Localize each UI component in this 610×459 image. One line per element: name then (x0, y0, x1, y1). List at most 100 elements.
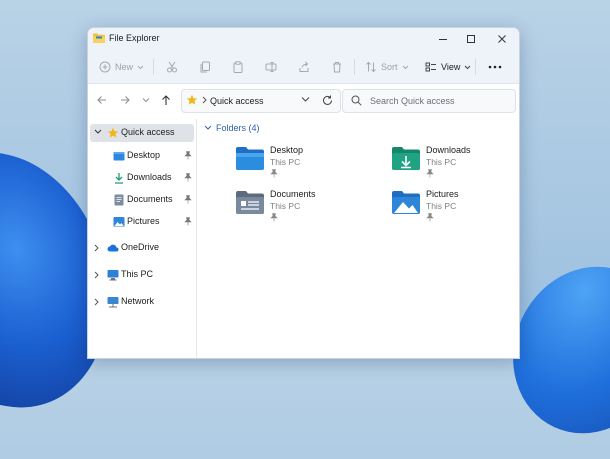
sidebar-item-label: Desktop (127, 150, 161, 160)
back-button[interactable] (94, 92, 110, 108)
toolbar-divider (153, 59, 154, 75)
chevron-down-icon (142, 98, 150, 103)
arrow-up-icon (162, 95, 170, 105)
toolbar-divider (354, 59, 355, 75)
chevron-down-icon[interactable] (94, 129, 102, 135)
search-icon (351, 95, 362, 106)
view-button[interactable]: View (425, 56, 471, 78)
pin-icon (184, 195, 192, 204)
desktop-icon (113, 152, 125, 161)
chevron-down-icon (402, 65, 408, 69)
refresh-icon[interactable] (322, 95, 333, 106)
chevron-down-icon (465, 65, 471, 69)
content-pane: Folders (4) Desktop This PC Downloads Th… (197, 119, 519, 358)
pictures-icon (113, 217, 125, 227)
folder-name: Pictures (426, 189, 459, 199)
sidebar-item-quick-access[interactable]: Quick access (90, 124, 194, 142)
pin-icon (184, 217, 192, 226)
sidebar-item-label: Pictures (127, 216, 160, 226)
sort-label: Sort (381, 62, 398, 72)
file-explorer-window: File Explorer New Sort View Quick access… (87, 27, 520, 359)
paste-icon (233, 61, 243, 73)
folder-app-icon (93, 33, 105, 43)
maximize-button[interactable] (456, 30, 486, 48)
sidebar-item-pictures[interactable]: Pictures (88, 213, 195, 231)
pin-icon (184, 173, 192, 182)
maximize-icon (467, 35, 475, 43)
folder-tile-downloads[interactable]: Downloads This PC (391, 143, 519, 181)
computer-icon (107, 270, 119, 281)
recent-locations-button[interactable] (138, 92, 154, 108)
view-label: View (441, 62, 461, 72)
folders-group-header[interactable]: Folders (4) (204, 123, 260, 133)
new-button[interactable]: New (99, 56, 144, 78)
address-path: Quick access (210, 96, 264, 106)
pin-icon (270, 213, 278, 222)
view-icon (425, 62, 436, 72)
folder-name: Desktop (270, 145, 304, 155)
sidebar-item-label: Network (121, 296, 155, 306)
downloads-folder-icon (392, 147, 420, 170)
chevron-down-icon (137, 65, 144, 69)
folder-location: This PC (270, 201, 301, 211)
folder-name: Documents (270, 189, 316, 199)
sort-icon (366, 61, 376, 73)
sidebar-item-desktop[interactable]: Desktop (88, 147, 195, 165)
cut-button[interactable] (166, 56, 178, 78)
folder-tile-desktop[interactable]: Desktop This PC (235, 143, 375, 181)
navigation-pane: Quick access Desktop Downloads Documents… (88, 119, 197, 358)
sidebar-item-this-pc[interactable]: This PC (88, 266, 195, 284)
trash-icon (333, 62, 341, 73)
arrow-left-icon (97, 96, 106, 104)
copy-button[interactable] (199, 56, 211, 78)
sidebar-item-downloads[interactable]: Downloads (88, 169, 195, 187)
chevron-right-icon[interactable] (94, 271, 99, 279)
rename-icon (265, 62, 277, 72)
sidebar-item-label: Downloads (127, 172, 172, 182)
folder-location: This PC (426, 157, 457, 167)
desktop-folder-icon (236, 147, 264, 170)
minimize-button[interactable] (428, 30, 458, 48)
folder-name: Downloads (426, 145, 471, 155)
sidebar-item-label: Documents (127, 194, 173, 204)
sidebar-item-documents[interactable]: Documents (88, 191, 195, 209)
pin-icon (184, 151, 192, 160)
network-icon (107, 297, 119, 308)
sidebar-item-onedrive[interactable]: OneDrive (88, 239, 195, 257)
window-title: File Explorer (109, 33, 160, 43)
download-icon (115, 173, 123, 184)
pin-icon (426, 169, 434, 178)
command-bar: New Sort View (88, 50, 519, 84)
folder-tile-pictures[interactable]: Pictures This PC (391, 187, 519, 225)
folder-tile-documents[interactable]: Documents This PC (235, 187, 375, 225)
sidebar-item-label: OneDrive (121, 242, 160, 252)
forward-button[interactable] (117, 92, 133, 108)
search-placeholder: Search Quick access (370, 96, 455, 106)
star-icon (107, 127, 119, 138)
chevron-right-icon[interactable] (94, 298, 99, 306)
delete-button[interactable] (331, 56, 343, 78)
folder-location: This PC (270, 157, 301, 167)
search-box[interactable]: Search Quick access (342, 89, 516, 113)
new-label: New (115, 62, 134, 72)
more-dots-icon (488, 65, 502, 69)
address-bar[interactable]: Quick access (181, 89, 341, 113)
minimize-icon (439, 39, 447, 40)
sidebar-item-network[interactable]: Network (88, 293, 195, 311)
chevron-down-icon[interactable] (301, 96, 310, 103)
arrow-right-icon (121, 96, 130, 104)
sort-button[interactable]: Sort (365, 56, 409, 78)
chevron-right-icon[interactable] (94, 244, 99, 252)
scissors-icon (167, 61, 177, 73)
rename-button[interactable] (265, 56, 277, 78)
see-more-button[interactable] (488, 56, 502, 78)
paste-button[interactable] (232, 56, 244, 78)
up-button[interactable] (158, 92, 174, 108)
share-button[interactable] (298, 56, 310, 78)
close-button[interactable] (487, 30, 517, 48)
cloud-icon (107, 244, 119, 252)
star-icon (186, 94, 198, 105)
copy-icon (200, 61, 210, 73)
pin-icon (270, 169, 278, 178)
navigation-bar: Quick access Search Quick access (88, 84, 519, 116)
